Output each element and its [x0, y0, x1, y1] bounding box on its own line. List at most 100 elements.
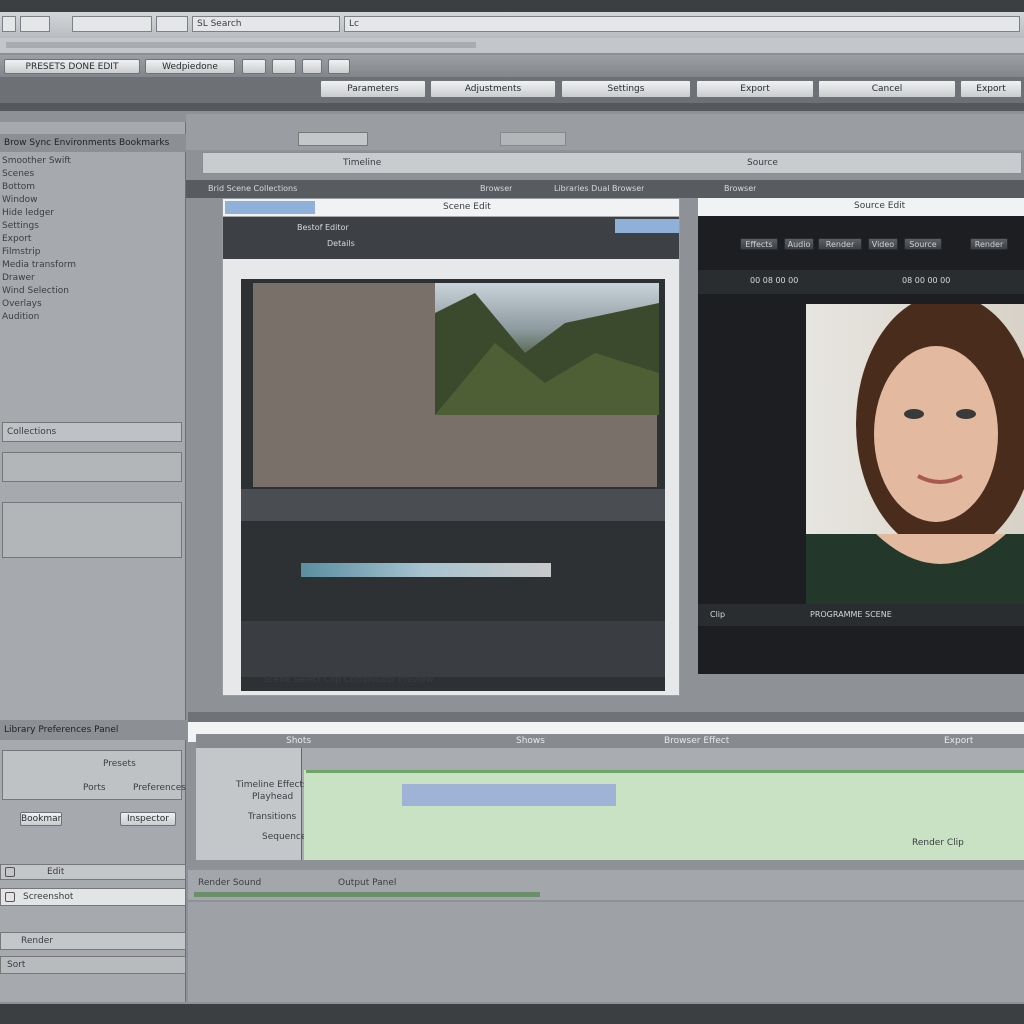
preset-thumb-panel[interactable]: Presets Ports Preferences: [2, 750, 186, 800]
status-left: Render Sound: [198, 878, 262, 888]
path-breadcrumb: [6, 42, 476, 48]
sidebar-item[interactable]: Smoother Swift: [2, 156, 184, 169]
seg-parameters-button[interactable]: Parameters: [320, 80, 426, 98]
canvas-area[interactable]: [241, 279, 665, 691]
sidebar-item[interactable]: Export: [2, 234, 184, 247]
search-input-text: SL Search: [197, 19, 242, 29]
video-button[interactable]: Video: [868, 238, 898, 250]
panel-meta: Browser: [724, 184, 757, 193]
sidebar-panel-2: [2, 502, 182, 558]
toolbar-divider: [0, 103, 1024, 111]
sidebar-item[interactable]: Window: [2, 195, 184, 208]
track-label: Transitions: [248, 812, 297, 822]
sidebar-row[interactable]: Sort: [0, 956, 186, 974]
sidebar-item[interactable]: Scenes: [2, 169, 184, 182]
bottom-taskbar: [0, 1004, 1024, 1024]
edit-label: Edit: [47, 867, 65, 877]
audio-button[interactable]: Audio: [784, 238, 814, 250]
sidebar-panel: [2, 452, 182, 482]
window-titlebar: [0, 0, 1024, 12]
gear-icon[interactable]: [328, 59, 350, 74]
address-field[interactable]: Lc: [344, 16, 1020, 32]
sidebar-item[interactable]: Filmstrip: [2, 247, 184, 260]
sidebar-item[interactable]: Settings: [2, 221, 184, 234]
progress-bar: [194, 892, 540, 897]
viewer-tab-label[interactable]: Source: [747, 158, 778, 168]
caption-bar: Clip PROGRAMME SCENE: [698, 604, 1024, 626]
tab-timeline[interactable]: [298, 132, 368, 146]
segmented-toolbar: Parameters Adjustments Settings Export C…: [0, 77, 1024, 103]
tab-source[interactable]: [500, 132, 566, 146]
viewer-toolbar: Timeline Source: [202, 152, 1022, 174]
sidebar-row-selected[interactable]: Screenshot: [0, 888, 186, 906]
effects-button[interactable]: Effects: [740, 238, 778, 250]
sidebar-item[interactable]: Bottom: [2, 182, 184, 195]
timecode-display-2: 08 00 00 00: [902, 276, 951, 285]
left-window-titlebar: Scene Edit: [223, 199, 679, 217]
inspector-button[interactable]: Inspector: [120, 812, 176, 826]
sidebar-item[interactable]: Hide ledger: [2, 208, 184, 221]
track-edge: [306, 770, 1024, 773]
sort-label: Sort: [7, 960, 26, 970]
tool-active-button[interactable]: [615, 219, 679, 233]
menu-icon[interactable]: [2, 16, 16, 32]
list-icon[interactable]: [272, 59, 296, 74]
sidebar-row[interactable]: Edit: [0, 864, 186, 880]
sidebar-list: Smoother Swift Scenes Bottom Window Hide…: [2, 156, 184, 336]
menu-bar: SL Search Lc: [0, 12, 1024, 38]
timecode-display: 00 08 00 00: [750, 276, 799, 285]
seg-adjustments-button[interactable]: Adjustments: [430, 80, 556, 98]
render-button[interactable]: Render: [818, 238, 862, 250]
status-right: Output Panel: [338, 878, 397, 888]
seg-cancel-button[interactable]: Cancel: [818, 80, 956, 98]
presets-button[interactable]: PRESETS DONE EDIT: [4, 59, 140, 74]
wedpiedone-button[interactable]: Wedpiedone: [145, 59, 235, 74]
sidebar-header-text: Brow Sync Environments Bookmarks: [4, 138, 170, 148]
address-field-text: Lc: [349, 19, 359, 29]
back-icon[interactable]: [20, 16, 50, 32]
seg-export-button[interactable]: Export: [696, 80, 814, 98]
timeline-header-label: Browser Effect: [664, 736, 730, 746]
caption-left: Clip: [710, 610, 726, 619]
render-label: Render: [21, 936, 54, 946]
seg-export2-button[interactable]: Export: [960, 80, 1022, 98]
panel-header: Brid Scene Collections Browser Libraries…: [186, 180, 1024, 198]
left-editor-window: Scene Edit Bestof Editor Details Scene S…: [222, 198, 680, 696]
sidebar-item[interactable]: Media transform: [2, 260, 184, 273]
sub-timeline: [241, 621, 665, 677]
viewer-tab-strip: [186, 114, 1024, 150]
preset-label: Presets: [103, 759, 136, 769]
timeline-clip[interactable]: [402, 784, 616, 806]
screenshot-label: Screenshot: [23, 892, 74, 902]
right-window-title: Source Edit: [854, 201, 906, 211]
sidebar-item[interactable]: Wind Selection: [2, 286, 184, 299]
seg-settings-button[interactable]: Settings: [561, 80, 691, 98]
history-icon[interactable]: [156, 16, 188, 32]
right-source-window: Source Edit Effects Audio Render Video S…: [698, 198, 1024, 674]
details-label: Details: [327, 239, 355, 248]
sidebar-row[interactable]: Render: [0, 932, 186, 950]
tool-label: Bestof Editor: [297, 223, 349, 232]
sidebar-item[interactable]: Overlays: [2, 299, 184, 312]
track-label: Playhead: [252, 792, 294, 802]
source-button[interactable]: Source: [904, 238, 942, 250]
viewer-tab-label[interactable]: Timeline: [343, 158, 381, 168]
timeline-tracks: Timeline Effects Playhead Transitions Se…: [196, 748, 1024, 860]
search-input[interactable]: SL Search: [192, 16, 340, 32]
grid-icon[interactable]: [242, 59, 266, 74]
sidebar-item[interactable]: Drawer: [2, 273, 184, 286]
bookmarks-button[interactable]: Bookmarks: [20, 812, 62, 826]
render2-button[interactable]: Render: [970, 238, 1008, 250]
sidebar-section-box[interactable]: Collections: [2, 422, 182, 442]
sidebar-item[interactable]: Audition: [2, 312, 184, 325]
nav-icons[interactable]: [72, 16, 152, 32]
window-controls[interactable]: [225, 201, 315, 214]
clip-bar[interactable]: [301, 563, 551, 577]
sidebar-header: Brow Sync Environments Bookmarks: [0, 134, 186, 152]
render-clip-label: Render Clip: [912, 838, 964, 848]
effects-strip: [241, 489, 665, 521]
film-icon[interactable]: [302, 59, 322, 74]
row-icon: [5, 867, 15, 877]
left-window-toolbar: Bestof Editor Details: [223, 217, 679, 259]
track-label: Sequence: [262, 832, 307, 842]
